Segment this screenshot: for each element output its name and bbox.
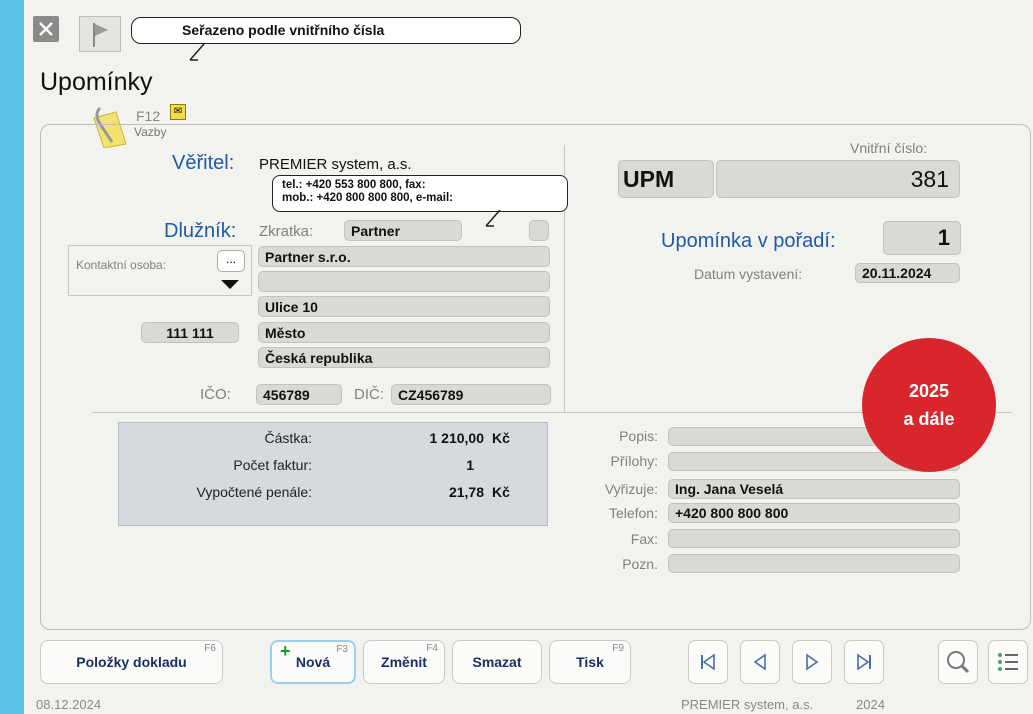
upominky-window: Seřazeno podle vnitřního čísla Upomínky … [24, 0, 1033, 714]
print-button[interactable]: Tisk F9 [549, 640, 631, 684]
links-flag-icon: ✉ [170, 104, 186, 120]
issue-date-field[interactable]: 20.11.2024 [855, 263, 960, 283]
flag-icon [93, 23, 108, 47]
penalty-value: 21,78 [448, 484, 484, 500]
abbr-field[interactable]: Partner [344, 220, 462, 241]
callout-pointer [485, 209, 501, 227]
prev-icon [753, 653, 766, 671]
dic-label: DIČ: [354, 386, 384, 403]
prev-record-button[interactable] [740, 640, 780, 684]
status-date: 08.12.2024 [36, 697, 102, 712]
amount-value: 1 210,00 [429, 430, 485, 446]
prilohy-label: Přílohy: [610, 453, 658, 469]
close-button[interactable] [33, 16, 59, 42]
creditor-contact-callout: tel.: +420 553 800 800, fax: mob.: +420 … [272, 175, 568, 212]
vyrizuje-label: Vyřizuje: [604, 481, 658, 497]
penalty-label: Vypočtené penále: [196, 484, 312, 500]
issue-date-label: Datum vystavení: [694, 266, 803, 282]
page-title: Upomínky [40, 68, 153, 96]
new-button[interactable]: + Nová F3 [270, 640, 356, 684]
city-field[interactable]: Město [258, 322, 550, 343]
pozn-label: Pozn. [622, 556, 658, 572]
next-icon [806, 653, 819, 671]
abbr-label: Zkratka: [259, 223, 314, 240]
country-field[interactable]: Česká republika [258, 347, 550, 368]
last-record-button[interactable] [844, 640, 884, 684]
list-icon [998, 653, 1018, 671]
dic-field[interactable]: CZ456789 [391, 384, 551, 405]
invoices-label: Počet faktur: [233, 457, 312, 473]
debtor-line2-field[interactable] [258, 271, 550, 292]
sort-tooltip: Seřazeno podle vnitřního čísla [131, 17, 521, 44]
internal-number-label: Vnitřní číslo: [850, 140, 928, 156]
telefon-field[interactable]: +420 800 800 800 [668, 503, 960, 523]
zip-field[interactable]: 111 111 [141, 322, 239, 343]
internal-number-field[interactable]: 381 [716, 160, 960, 198]
invoices-value: 1 [466, 457, 474, 473]
dropdown-arrow-icon[interactable] [219, 278, 241, 290]
edit-button[interactable]: Změnit F4 [363, 640, 445, 684]
plus-icon: + [280, 641, 291, 661]
status-year: 2024 [856, 697, 885, 712]
ico-field[interactable]: 456789 [256, 384, 342, 405]
debtor-name-field[interactable]: Partner s.r.o. [258, 246, 550, 267]
amount-currency: Kč [492, 430, 510, 446]
last-icon [857, 653, 871, 671]
next-record-button[interactable] [792, 640, 832, 684]
vyrizuje-field[interactable]: Ing. Jana Veselá [668, 479, 960, 499]
amount-label: Částka: [264, 430, 312, 446]
telefon-label: Telefon: [608, 505, 658, 521]
first-record-button[interactable] [688, 640, 728, 684]
order-field[interactable]: 1 [883, 221, 961, 255]
doc-type-field[interactable]: UPM [618, 160, 714, 198]
list-view-button[interactable] [988, 640, 1028, 684]
first-icon [701, 653, 715, 671]
creditor-label: Věřitel: [172, 152, 235, 174]
fax-label: Fax: [630, 531, 658, 547]
flag-button[interactable] [79, 16, 121, 52]
search-icon [947, 651, 970, 674]
debtor-street-field[interactable]: Ulice 10 [258, 296, 550, 317]
ico-label: IČO: [200, 386, 231, 403]
delete-button[interactable]: Smazat [452, 640, 542, 684]
fax-field[interactable] [668, 529, 960, 548]
pozn-field[interactable] [668, 554, 960, 573]
items-button[interactable]: Položky dokladu F6 [40, 640, 223, 684]
popis-label: Popis: [619, 428, 658, 444]
search-button[interactable] [938, 640, 978, 684]
debtor-flag-box[interactable] [529, 220, 549, 241]
status-company: PREMIER system, a.s. [681, 697, 814, 712]
creditor-name: PREMIER system, a.s. [259, 156, 412, 173]
debtor-label: Dlužník: [164, 220, 237, 242]
close-icon [39, 22, 53, 36]
penalty-currency: Kč [492, 484, 510, 500]
year-badge: 2025 a dále [862, 338, 996, 472]
order-label: Upomínka v pořadí: [661, 230, 836, 252]
sort-tooltip-pointer [189, 43, 205, 61]
contact-person-box: Kontaktní osoba: ... [68, 245, 252, 296]
contact-person-button[interactable]: ... [217, 250, 245, 272]
